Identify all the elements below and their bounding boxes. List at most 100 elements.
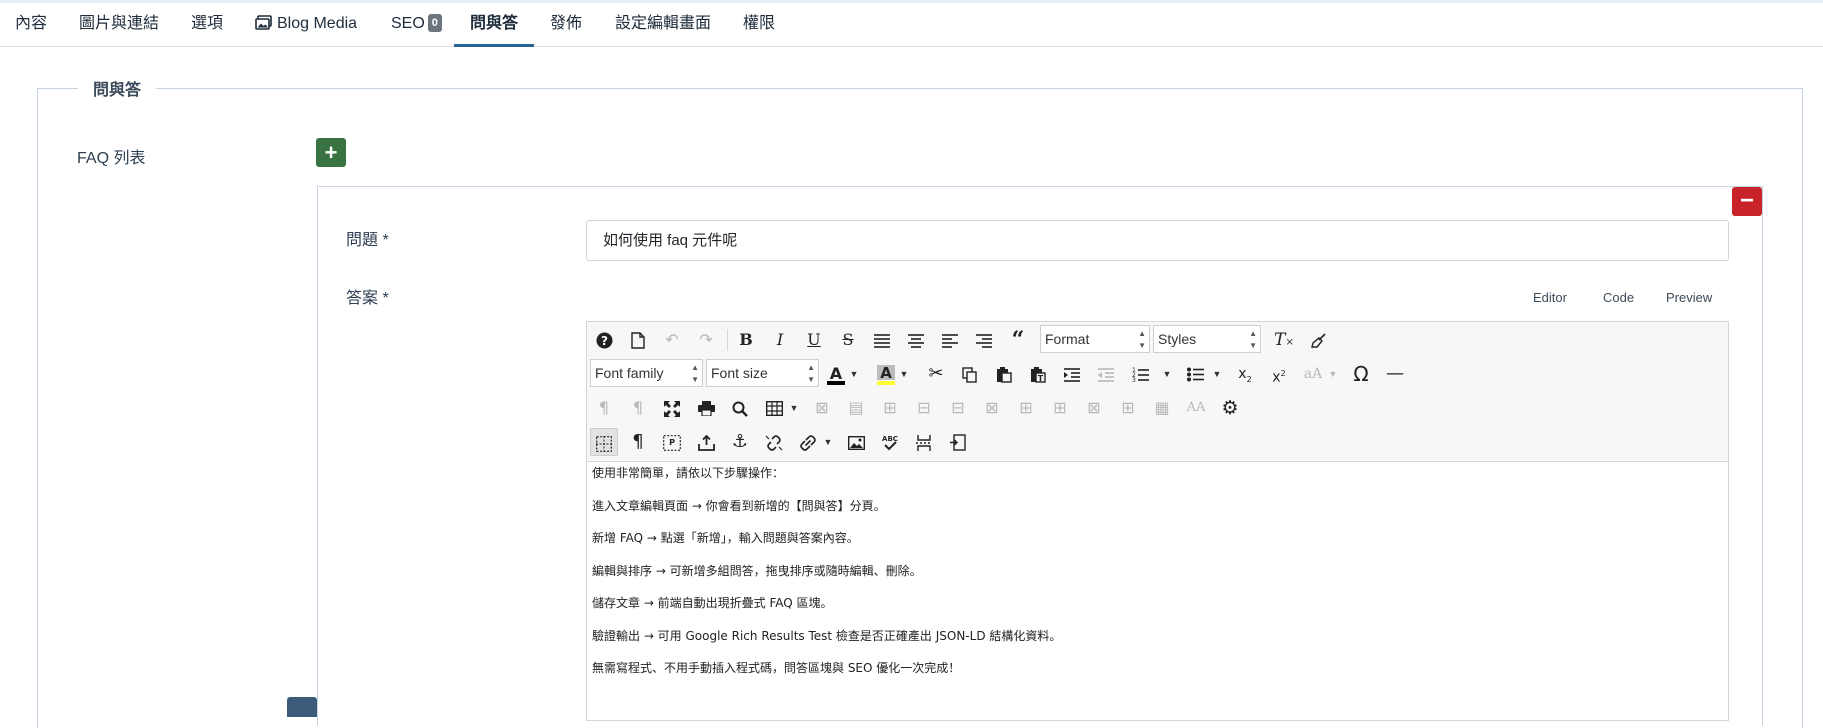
row-props-icon[interactable]: ▤ (842, 394, 870, 422)
spellcheck-icon[interactable]: ABC (876, 428, 904, 456)
toolbar-divider (727, 329, 728, 351)
font-size-select[interactable]: Font size ▲ ▼ (706, 359, 819, 387)
ltr-paragraph-icon[interactable]: ¶ (590, 394, 618, 422)
answer-label: 答案 * (346, 290, 389, 307)
tab-seo-label: SEO (391, 15, 425, 32)
font-case-icon[interactable]: aA (1299, 360, 1327, 388)
align-center-icon[interactable] (902, 326, 930, 354)
clear-formatting-icon[interactable]: T× (1270, 326, 1298, 354)
table-dropdown-icon[interactable]: ▼ (789, 394, 799, 422)
table-icon[interactable] (760, 394, 788, 422)
fullscreen-icon[interactable] (658, 394, 686, 422)
new-document-icon[interactable] (624, 326, 652, 354)
side-action-button[interactable] (287, 697, 317, 717)
numbered-list-icon[interactable]: 123 (1126, 360, 1154, 388)
cell-props-icon[interactable]: ⊞ (876, 394, 904, 422)
link-icon[interactable] (794, 428, 822, 456)
format-select[interactable]: Format ▲ ▼ (1040, 325, 1150, 353)
outdent-icon[interactable] (1092, 360, 1120, 388)
align-justify-icon[interactable] (868, 326, 896, 354)
help-icon[interactable]: ? (590, 326, 618, 354)
editor-content-area[interactable]: 使用非常簡單，請依以下步驟操作： 進入文章編輯頁面 → 你會看到新增的【問與答】… (592, 465, 1722, 693)
delete-table-icon[interactable]: ⊠ (808, 394, 836, 422)
tab-faq[interactable]: 問與答 (454, 3, 534, 47)
settings-gear-icon[interactable]: ⚙ (1216, 394, 1244, 422)
question-input[interactable]: 如何使用 faq 元件呢 (586, 220, 1729, 261)
tab-options[interactable]: 選項 (191, 3, 223, 47)
paste-text-icon[interactable]: T (1024, 360, 1052, 388)
tab-seo[interactable]: SEO 0 (391, 3, 442, 47)
insert-image-icon[interactable] (842, 428, 870, 456)
content-paragraph: 儲存文章 → 前端自動出現折疊式 FAQ 區塊。 (592, 596, 833, 610)
style-props-icon[interactable]: AA (1182, 394, 1210, 422)
insert-col-after-icon[interactable]: ⊞ (1046, 394, 1074, 422)
superscript-icon[interactable]: x2 (1265, 360, 1293, 388)
copy-icon[interactable] (956, 360, 984, 388)
select-arrows-icon: ▲ ▼ (1249, 329, 1257, 350)
content-paragraph: 無需寫程式、不用手動插入程式碼，問答區塊與 SEO 優化一次完成！ (592, 661, 961, 675)
align-left-icon[interactable] (936, 326, 964, 354)
redo-icon[interactable]: ↷ (692, 326, 720, 354)
highlight-color-icon[interactable]: A (872, 360, 900, 388)
tab-publish[interactable]: 發佈 (550, 3, 582, 47)
remove-faq-button[interactable]: − (1732, 187, 1762, 216)
undo-icon[interactable]: ↶ (658, 326, 686, 354)
split-cells-icon[interactable]: ▦ (1148, 394, 1176, 422)
indent-icon[interactable] (1058, 360, 1086, 388)
delete-col-icon[interactable]: ⊠ (1080, 394, 1108, 422)
subscript-icon[interactable]: x2 (1231, 360, 1259, 388)
strikethrough-icon[interactable]: S (834, 326, 862, 354)
svg-text:T: T (1038, 374, 1044, 383)
blockquote-icon[interactable]: “ (1004, 326, 1032, 354)
add-faq-button[interactable]: + (316, 138, 346, 167)
format-select-value: Format (1045, 331, 1090, 347)
merge-cells-icon[interactable]: ⊞ (1114, 394, 1142, 422)
show-blocks-icon[interactable]: P (658, 428, 686, 456)
underline-icon[interactable]: U (800, 326, 828, 354)
font-family-select[interactable]: Font family ▲ ▼ (590, 359, 703, 387)
svg-text:A: A (830, 364, 843, 383)
template-icon[interactable] (944, 428, 972, 456)
font-case-dropdown-icon[interactable]: ▼ (1328, 360, 1338, 388)
print-icon[interactable] (692, 394, 720, 422)
horizontal-rule-icon[interactable]: — (1381, 360, 1409, 388)
page-break-icon[interactable] (910, 428, 938, 456)
insert-upload-icon[interactable] (692, 428, 720, 456)
special-character-icon[interactable]: Ω (1347, 360, 1375, 388)
delete-row-icon[interactable]: ⊠ (978, 394, 1006, 422)
highlight-color-dropdown-icon[interactable]: ▼ (899, 360, 909, 388)
tab-editor-settings[interactable]: 設定編輯畫面 (615, 3, 711, 47)
code-mode-button[interactable]: Code (1603, 290, 1634, 305)
svg-text:?: ? (601, 334, 608, 348)
insert-row-before-icon[interactable]: ⊟ (910, 394, 938, 422)
insert-row-after-icon[interactable]: ⊟ (944, 394, 972, 422)
eraser-broom-icon[interactable] (1304, 326, 1332, 354)
show-invisibles-icon[interactable]: ¶ (624, 428, 652, 456)
italic-icon[interactable]: I (766, 326, 794, 354)
tab-content[interactable]: 內容 (15, 3, 47, 47)
link-dropdown-icon[interactable]: ▼ (823, 428, 833, 456)
anchor-icon[interactable]: ⚓ (726, 428, 754, 456)
editor-mode-button[interactable]: Editor (1533, 290, 1567, 305)
tab-images-links[interactable]: 圖片與連結 (79, 3, 159, 47)
text-color-dropdown-icon[interactable]: ▼ (849, 360, 859, 388)
cut-icon[interactable]: ✂ (922, 360, 950, 388)
tab-blog-media[interactable]: Blog Media (255, 3, 357, 47)
bold-icon[interactable]: B (732, 326, 760, 354)
tab-permissions[interactable]: 權限 (743, 3, 775, 47)
content-paragraph: 編輯與排序 → 可新增多組問答，拖曳排序或隨時編輯、刪除。 (592, 563, 922, 578)
rtl-paragraph-icon[interactable]: ¶ (624, 394, 652, 422)
preview-mode-button[interactable]: Preview (1666, 290, 1712, 305)
bullet-list-dropdown-icon[interactable]: ▼ (1212, 360, 1222, 388)
bullet-list-icon[interactable] (1181, 360, 1209, 388)
insert-col-before-icon[interactable]: ⊞ (1012, 394, 1040, 422)
paste-icon[interactable] (990, 360, 1018, 388)
font-size-select-value: Font size (711, 365, 768, 381)
align-right-icon[interactable] (970, 326, 998, 354)
numbered-list-dropdown-icon[interactable]: ▼ (1162, 360, 1172, 388)
styles-select[interactable]: Styles ▲ ▼ (1153, 325, 1261, 353)
unlink-icon[interactable] (760, 428, 788, 456)
visual-aid-icon[interactable] (590, 428, 618, 456)
text-color-icon[interactable]: A (822, 360, 850, 388)
search-icon[interactable] (726, 394, 754, 422)
